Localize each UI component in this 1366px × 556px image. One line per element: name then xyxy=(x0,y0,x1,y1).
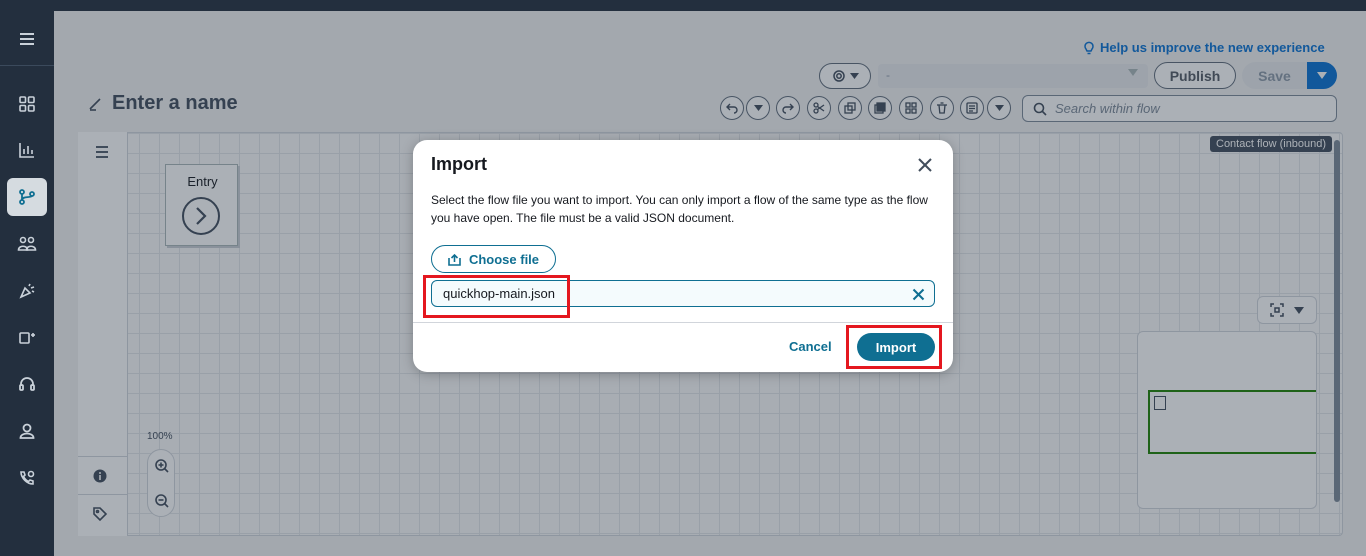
cancel-button[interactable]: Cancel xyxy=(789,339,832,354)
channels-icon[interactable] xyxy=(7,318,47,356)
selected-file-name: quickhop-main.json xyxy=(443,286,556,301)
close-icon[interactable] xyxy=(914,154,936,176)
nav-divider xyxy=(0,65,54,66)
upload-icon xyxy=(448,253,461,266)
choose-file-label: Choose file xyxy=(468,251,540,267)
phone-icon[interactable] xyxy=(7,459,47,497)
top-bar xyxy=(0,0,1366,11)
selected-file-field[interactable]: quickhop-main.json xyxy=(431,280,935,307)
menu-icon[interactable] xyxy=(17,31,37,52)
choose-file-button[interactable]: Choose file xyxy=(431,245,556,273)
dialog-description: Select the flow file you want to import.… xyxy=(431,193,928,225)
dialog-footer-divider xyxy=(413,322,953,323)
clear-file-icon[interactable] xyxy=(910,286,926,302)
dialog-title: Import xyxy=(431,154,487,174)
side-navigation xyxy=(0,11,54,556)
analytics-icon[interactable] xyxy=(7,131,47,169)
user-icon[interactable] xyxy=(7,412,47,450)
import-dialog: Import Select the flow file you want to … xyxy=(413,140,953,372)
import-button[interactable]: Import xyxy=(857,333,935,361)
campaigns-icon[interactable] xyxy=(7,272,47,310)
dashboard-icon[interactable] xyxy=(7,85,47,123)
routing-icon[interactable] xyxy=(7,178,47,216)
headset-icon[interactable] xyxy=(7,365,47,403)
users-icon[interactable] xyxy=(7,225,47,263)
